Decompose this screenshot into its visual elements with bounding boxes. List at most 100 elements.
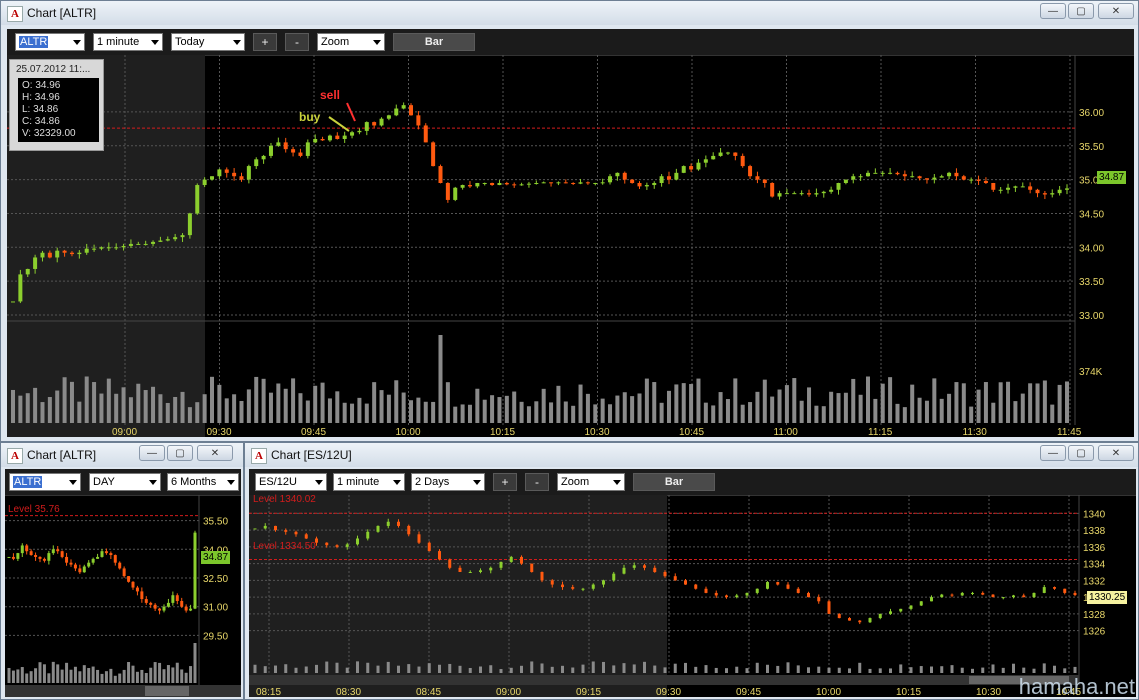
y-tick-label: 29.50 — [203, 631, 228, 642]
candle-body — [637, 183, 642, 187]
chart-window-es12u: A Chart [ES/12U] — ▢ ✕ ES/12U 1 minute 2… — [244, 442, 1139, 700]
interval-value: DAY — [93, 476, 115, 488]
volume-bar — [342, 402, 347, 423]
volume-bar — [868, 668, 872, 673]
price-chart-altr-day[interactable]: 29.5031.0032.5034.0035.50 — [5, 495, 241, 697]
volume-bar — [25, 393, 30, 423]
zoom-select[interactable]: Zoom — [557, 473, 625, 491]
candle-body — [991, 594, 995, 598]
chevron-down-icon — [73, 40, 81, 45]
candle-body — [364, 122, 369, 131]
chart-type-button[interactable]: Bar — [393, 33, 475, 51]
candle-body — [239, 176, 244, 180]
candle-body — [1073, 592, 1077, 596]
volume-bar — [865, 376, 870, 423]
volume-bar — [438, 335, 443, 423]
title-bar[interactable]: A Chart [ALTR] — ▢ ✕ — [1, 443, 243, 467]
candle-body — [976, 179, 981, 181]
range-select[interactable]: 2 Days — [411, 473, 485, 491]
candle-body — [320, 139, 325, 141]
maximize-button[interactable]: ▢ — [1068, 445, 1094, 461]
candle-body — [304, 534, 308, 539]
candle-body — [971, 592, 974, 594]
x-tick-label: 11:15 — [868, 427, 893, 437]
range-select[interactable]: Today — [171, 33, 245, 51]
candle-body — [1050, 193, 1055, 195]
candle-body — [224, 169, 229, 173]
candle-body — [51, 549, 55, 554]
volume-bar — [379, 390, 384, 423]
title-bar[interactable]: A Chart [ES/12U] — ▢ ✕ — [245, 443, 1138, 467]
x-tick-label: 11:00 — [774, 427, 799, 437]
sell-annotation: sell — [320, 88, 340, 102]
price-chart-altr-1min[interactable]: 33.0033.5034.0034.5035.0035.5036.0009:00… — [7, 55, 1134, 437]
volume-bar — [704, 665, 708, 673]
candle-body — [836, 183, 841, 190]
candle-body — [268, 145, 273, 156]
candle-body — [534, 183, 539, 184]
volume-bar — [458, 665, 462, 673]
candle-body — [34, 555, 38, 557]
volume-bar — [1073, 666, 1077, 673]
candle-body — [1057, 189, 1062, 194]
zoom-in-button[interactable]: + — [253, 33, 277, 51]
x-tick-label: 10:00 — [816, 687, 841, 697]
volume-bar — [69, 669, 73, 683]
interval-select[interactable]: 1 minute — [93, 33, 163, 51]
volume-bar — [158, 394, 163, 423]
interval-select[interactable]: DAY — [89, 473, 161, 491]
volume-bar — [910, 384, 915, 423]
symbol-select[interactable]: ES/12U — [255, 473, 327, 491]
candle-body — [11, 301, 15, 303]
candle-body — [960, 592, 964, 596]
volume-bar — [971, 668, 974, 673]
volume-bar — [202, 394, 207, 423]
price-chart-es12u[interactable]: 1326132813301332133413361338134008:1508:… — [249, 495, 1136, 697]
zoom-out-button[interactable]: - — [285, 33, 309, 51]
volume-bar — [549, 402, 554, 423]
zoom-select[interactable]: Zoom — [317, 33, 385, 51]
candle-body — [684, 580, 687, 585]
candle-body — [78, 568, 82, 573]
range-select[interactable]: 6 Months — [167, 473, 239, 491]
symbol-select[interactable]: ALTR — [9, 473, 81, 491]
volume-bar — [254, 376, 259, 423]
zoom-in-button[interactable]: + — [493, 473, 517, 491]
volume-bar — [1035, 383, 1040, 423]
close-button[interactable]: ✕ — [1098, 3, 1134, 19]
minimize-button[interactable]: — — [139, 445, 165, 461]
zoom-out-button[interactable]: - — [525, 473, 549, 491]
candle-body — [416, 115, 421, 126]
candle-body — [131, 581, 135, 588]
candle-body — [173, 237, 178, 240]
candle-body — [947, 172, 952, 177]
chart-type-button[interactable]: Bar — [633, 473, 715, 491]
maximize-button[interactable]: ▢ — [167, 445, 193, 461]
volume-bar — [135, 671, 139, 683]
candle-body — [128, 243, 133, 246]
minimize-button[interactable]: — — [1040, 445, 1066, 461]
symbol-select[interactable]: ALTR — [15, 33, 85, 51]
volume-bar — [304, 666, 308, 673]
maximize-button[interactable]: ▢ — [1068, 3, 1094, 19]
symbol-value: ALTR — [19, 36, 49, 48]
interval-select[interactable]: 1 minute — [333, 473, 405, 491]
minimize-button[interactable]: — — [1040, 3, 1066, 19]
range-value: 2 Days — [415, 476, 450, 488]
x-tick-label: 10:30 — [976, 687, 1001, 697]
title-bar[interactable]: A Chart [ALTR] — ▢ ✕ — [1, 1, 1138, 25]
x-tick-label: 10:15 — [490, 427, 515, 437]
volume-bar — [490, 395, 495, 423]
volume-bar — [467, 404, 472, 423]
candle-body — [519, 184, 524, 186]
candle-body — [827, 601, 831, 614]
volume-bar — [902, 407, 907, 423]
candle-body — [69, 562, 73, 565]
volume-bar — [7, 667, 11, 683]
x-tick-label: 09:45 — [736, 687, 761, 697]
candle-body — [305, 142, 310, 156]
volume-bar — [602, 661, 605, 673]
volume-bar — [600, 398, 605, 423]
close-button[interactable]: ✕ — [197, 445, 233, 461]
close-button[interactable]: ✕ — [1098, 445, 1134, 461]
